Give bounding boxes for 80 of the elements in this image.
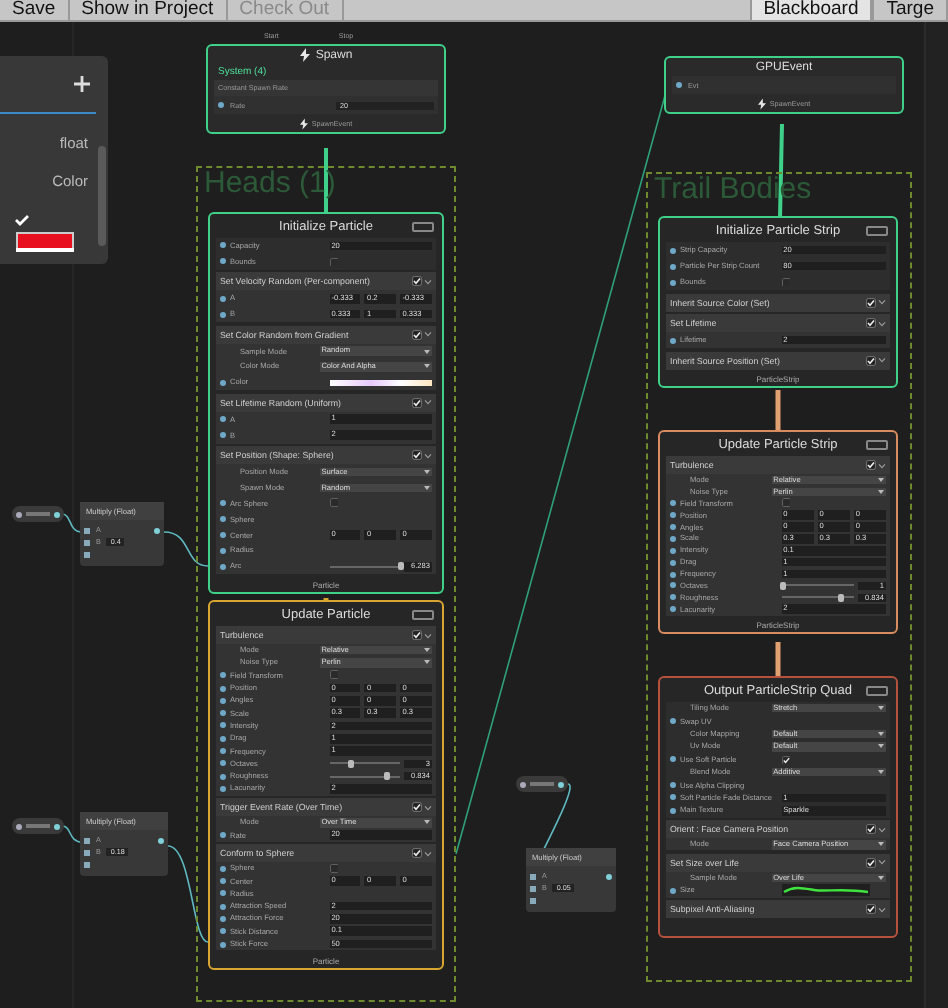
enable-toggle[interactable] xyxy=(866,318,876,328)
curve-field[interactable] xyxy=(781,884,870,897)
tag-icon xyxy=(412,222,434,232)
caret-icon xyxy=(424,660,430,665)
slider-thumb[interactable] xyxy=(397,562,403,571)
connection-line xyxy=(167,845,209,943)
lightning-icon xyxy=(299,117,308,129)
context-node[interactable] xyxy=(208,212,444,594)
lightning-icon xyxy=(299,48,310,62)
chevron-icon[interactable] xyxy=(424,398,432,407)
tag-icon xyxy=(412,610,434,620)
chevron-icon[interactable] xyxy=(424,849,432,858)
gradient-bar[interactable] xyxy=(329,379,432,386)
chevron-icon[interactable] xyxy=(424,277,432,286)
caret-icon xyxy=(424,648,430,653)
checkbox[interactable] xyxy=(329,498,339,508)
chevron-icon[interactable] xyxy=(424,631,432,639)
parameter-node[interactable] xyxy=(516,776,568,792)
checkbox[interactable] xyxy=(329,670,339,680)
caret-icon xyxy=(878,744,884,749)
flow-link xyxy=(775,642,781,676)
caret-icon xyxy=(424,349,430,353)
slider-thumb[interactable] xyxy=(384,772,391,781)
connection-line xyxy=(61,513,83,533)
caret-icon xyxy=(878,489,884,494)
checkbox[interactable] xyxy=(781,755,791,764)
chevron-icon[interactable] xyxy=(878,858,886,867)
caret-icon xyxy=(878,876,884,881)
caret-icon xyxy=(424,364,430,369)
connection-line xyxy=(61,825,83,843)
chevron-icon[interactable] xyxy=(424,803,432,812)
parameter-node[interactable] xyxy=(12,818,64,834)
enable-toggle[interactable] xyxy=(412,450,422,461)
tag-icon xyxy=(866,686,888,696)
chevron-icon[interactable] xyxy=(878,319,886,327)
tag-icon xyxy=(866,440,888,450)
enable-toggle[interactable] xyxy=(412,848,422,859)
caret-icon xyxy=(878,770,884,775)
enable-toggle[interactable] xyxy=(866,297,876,307)
enable-toggle[interactable] xyxy=(866,824,876,835)
checkbox[interactable] xyxy=(781,498,791,508)
chevron-icon[interactable] xyxy=(424,330,432,339)
context-node[interactable] xyxy=(658,430,898,635)
chevron-icon[interactable] xyxy=(878,356,886,364)
enable-toggle[interactable] xyxy=(866,460,876,470)
parameter-node[interactable] xyxy=(12,506,64,522)
enable-toggle[interactable] xyxy=(412,276,422,287)
context-node[interactable] xyxy=(658,676,898,938)
caret-icon xyxy=(878,731,884,736)
caret-icon xyxy=(424,469,430,474)
toolbar-tab[interactable]: Blackboard xyxy=(749,0,873,20)
add-icon[interactable] xyxy=(74,76,90,92)
flow-link xyxy=(775,390,781,430)
enable-toggle[interactable] xyxy=(412,329,422,340)
enable-toggle[interactable] xyxy=(866,355,876,365)
chevron-icon[interactable] xyxy=(878,461,886,469)
lightning-icon xyxy=(757,97,766,109)
slider-thumb[interactable] xyxy=(347,759,354,768)
caret-icon xyxy=(424,485,430,490)
caret-icon xyxy=(878,706,884,711)
toolbar-tab[interactable]: Targe xyxy=(872,0,948,20)
context-node[interactable] xyxy=(208,600,444,970)
enable-toggle[interactable] xyxy=(866,904,876,915)
chevron-icon[interactable] xyxy=(424,451,432,460)
scrollbar[interactable] xyxy=(98,146,106,246)
chevron-icon[interactable] xyxy=(878,905,886,914)
chevron-icon[interactable] xyxy=(878,298,886,306)
enable-toggle[interactable] xyxy=(866,857,876,868)
slider-thumb[interactable] xyxy=(780,581,787,590)
chevron-icon[interactable] xyxy=(878,825,886,834)
connection-line xyxy=(163,531,209,567)
slider-thumb[interactable] xyxy=(838,593,845,602)
tag-icon xyxy=(866,226,888,236)
checkbox[interactable] xyxy=(781,277,791,287)
checkbox[interactable] xyxy=(329,864,339,874)
enable-toggle[interactable] xyxy=(412,802,422,813)
enable-toggle[interactable] xyxy=(412,630,422,640)
checkmark-icon xyxy=(14,214,30,226)
checkbox[interactable] xyxy=(329,257,339,267)
enable-toggle[interactable] xyxy=(412,397,422,408)
